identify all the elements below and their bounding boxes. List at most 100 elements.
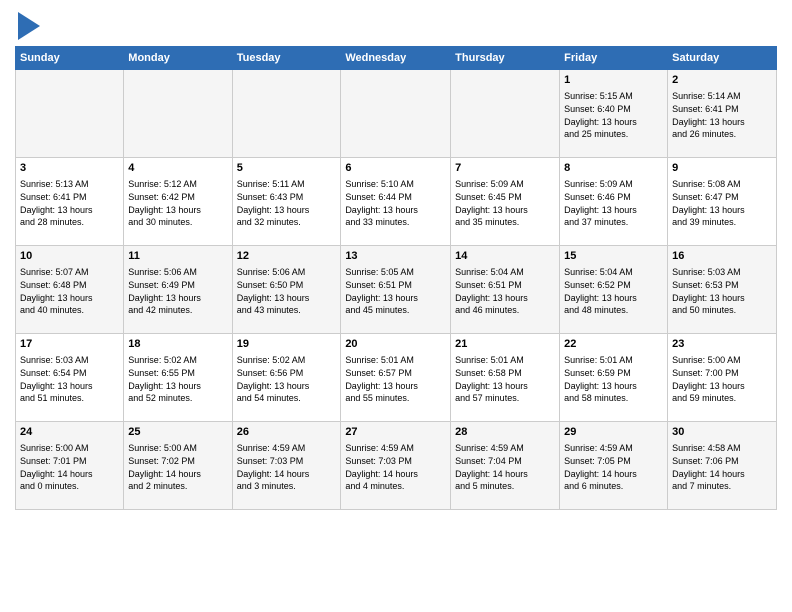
day-info: Daylight: 13 hours <box>672 380 772 393</box>
day-number: 13 <box>345 249 446 264</box>
day-info: Sunrise: 5:01 AM <box>564 354 663 367</box>
day-info: Daylight: 13 hours <box>455 292 555 305</box>
day-info: Daylight: 13 hours <box>564 380 663 393</box>
day-number: 6 <box>345 161 446 176</box>
calendar-cell: 1Sunrise: 5:15 AMSunset: 6:40 PMDaylight… <box>560 70 668 158</box>
column-header-friday: Friday <box>560 47 668 70</box>
day-info: Daylight: 14 hours <box>455 468 555 481</box>
day-info: Sunrise: 5:15 AM <box>564 90 663 103</box>
day-info: Sunrise: 5:05 AM <box>345 266 446 279</box>
calendar-cell: 5Sunrise: 5:11 AMSunset: 6:43 PMDaylight… <box>232 158 341 246</box>
day-number: 26 <box>237 425 337 440</box>
day-info: Sunrise: 4:59 AM <box>237 442 337 455</box>
day-info: and 42 minutes. <box>128 304 227 317</box>
day-info: Sunrise: 5:04 AM <box>455 266 555 279</box>
day-info: Daylight: 13 hours <box>455 380 555 393</box>
calendar-cell <box>124 70 232 158</box>
day-info: Sunrise: 5:06 AM <box>128 266 227 279</box>
week-row-1: 1Sunrise: 5:15 AMSunset: 6:40 PMDaylight… <box>16 70 777 158</box>
day-info: Sunrise: 5:00 AM <box>20 442 119 455</box>
day-info: and 37 minutes. <box>564 216 663 229</box>
day-number: 22 <box>564 337 663 352</box>
day-number: 8 <box>564 161 663 176</box>
day-info: and 43 minutes. <box>237 304 337 317</box>
calendar-cell: 22Sunrise: 5:01 AMSunset: 6:59 PMDayligh… <box>560 334 668 422</box>
day-info: and 5 minutes. <box>455 480 555 493</box>
day-info: Daylight: 13 hours <box>20 292 119 305</box>
day-info: Sunset: 7:01 PM <box>20 455 119 468</box>
calendar-cell: 14Sunrise: 5:04 AMSunset: 6:51 PMDayligh… <box>451 246 560 334</box>
day-info: Sunrise: 5:14 AM <box>672 90 772 103</box>
day-info: Daylight: 13 hours <box>128 292 227 305</box>
calendar-cell: 16Sunrise: 5:03 AMSunset: 6:53 PMDayligh… <box>668 246 777 334</box>
day-info: Daylight: 14 hours <box>672 468 772 481</box>
day-info: Sunrise: 5:09 AM <box>455 178 555 191</box>
day-info: Sunrise: 4:59 AM <box>455 442 555 455</box>
day-info: Sunset: 6:45 PM <box>455 191 555 204</box>
calendar-cell: 23Sunrise: 5:00 AMSunset: 7:00 PMDayligh… <box>668 334 777 422</box>
day-number: 18 <box>128 337 227 352</box>
day-info: Sunset: 6:52 PM <box>564 279 663 292</box>
day-info: Sunset: 6:44 PM <box>345 191 446 204</box>
day-info: Sunset: 6:41 PM <box>20 191 119 204</box>
day-info: Sunset: 7:00 PM <box>672 367 772 380</box>
day-info: Sunrise: 5:01 AM <box>455 354 555 367</box>
day-info: Sunset: 7:03 PM <box>345 455 446 468</box>
day-info: Sunrise: 5:02 AM <box>237 354 337 367</box>
column-header-thursday: Thursday <box>451 47 560 70</box>
day-info: Daylight: 14 hours <box>345 468 446 481</box>
day-number: 14 <box>455 249 555 264</box>
header <box>15 10 777 40</box>
day-info: Daylight: 13 hours <box>237 292 337 305</box>
week-row-5: 24Sunrise: 5:00 AMSunset: 7:01 PMDayligh… <box>16 422 777 510</box>
day-info: Sunset: 6:55 PM <box>128 367 227 380</box>
day-info: Daylight: 13 hours <box>564 292 663 305</box>
day-info: and 51 minutes. <box>20 392 119 405</box>
calendar-body: 1 Sunrise: 5:15 AMSunset: 6:40 PM Daylight… <box>16 70 777 510</box>
day-info: Daylight: 13 hours <box>672 292 772 305</box>
day-info: Sunset: 6:46 PM <box>564 191 663 204</box>
calendar-header: SundayMondayTuesdayWednesdayThursdayFrid… <box>16 47 777 70</box>
day-info: Sunrise: 5:07 AM <box>20 266 119 279</box>
day-info: Sunrise: 5:06 AM <box>237 266 337 279</box>
day-number: 12 <box>237 249 337 264</box>
day-number: 9 <box>672 161 772 176</box>
day-info: and 40 minutes. <box>20 304 119 317</box>
calendar-cell: 21Sunrise: 5:01 AMSunset: 6:58 PMDayligh… <box>451 334 560 422</box>
day-number: 24 <box>20 425 119 440</box>
day-info: Sunset: 7:05 PM <box>564 455 663 468</box>
day-info: Sunset: 6:54 PM <box>20 367 119 380</box>
day-number: 7 <box>455 161 555 176</box>
day-info: and 33 minutes. <box>345 216 446 229</box>
day-info: Sunrise: 5:10 AM <box>345 178 446 191</box>
day-info: Sunset: 6:40 PM <box>564 103 663 116</box>
day-info: and 45 minutes. <box>345 304 446 317</box>
day-info: and 25 minutes. <box>564 128 663 141</box>
day-number: 10 <box>20 249 119 264</box>
calendar-cell: 13Sunrise: 5:05 AMSunset: 6:51 PMDayligh… <box>341 246 451 334</box>
day-info: Daylight: 14 hours <box>20 468 119 481</box>
day-number: 1 <box>564 73 663 88</box>
day-info: and 39 minutes. <box>672 216 772 229</box>
calendar-cell: 26Sunrise: 4:59 AMSunset: 7:03 PMDayligh… <box>232 422 341 510</box>
day-info: Daylight: 13 hours <box>20 204 119 217</box>
calendar-cell: 15Sunrise: 5:04 AMSunset: 6:52 PMDayligh… <box>560 246 668 334</box>
day-info: Daylight: 14 hours <box>564 468 663 481</box>
day-info: and 48 minutes. <box>564 304 663 317</box>
day-info: and 59 minutes. <box>672 392 772 405</box>
day-info: Sunrise: 5:01 AM <box>345 354 446 367</box>
day-info: Sunrise: 5:02 AM <box>128 354 227 367</box>
day-info: and 28 minutes. <box>20 216 119 229</box>
week-row-4: 17Sunrise: 5:03 AMSunset: 6:54 PMDayligh… <box>16 334 777 422</box>
day-info: and 52 minutes. <box>128 392 227 405</box>
calendar-cell: 3Sunrise: 5:13 AMSunset: 6:41 PMDaylight… <box>16 158 124 246</box>
day-info: Daylight: 13 hours <box>345 380 446 393</box>
day-info: Sunset: 6:48 PM <box>20 279 119 292</box>
day-info: and 30 minutes. <box>128 216 227 229</box>
calendar-cell: 24 Sunrise: 5:00 AMSunset: 7:01 PMDayligh… <box>16 422 124 510</box>
calendar-cell <box>232 70 341 158</box>
day-info: and 26 minutes. <box>672 128 772 141</box>
day-info: Sunset: 7:02 PM <box>128 455 227 468</box>
day-info: Sunset: 6:42 PM <box>128 191 227 204</box>
day-info: and 4 minutes. <box>345 480 446 493</box>
